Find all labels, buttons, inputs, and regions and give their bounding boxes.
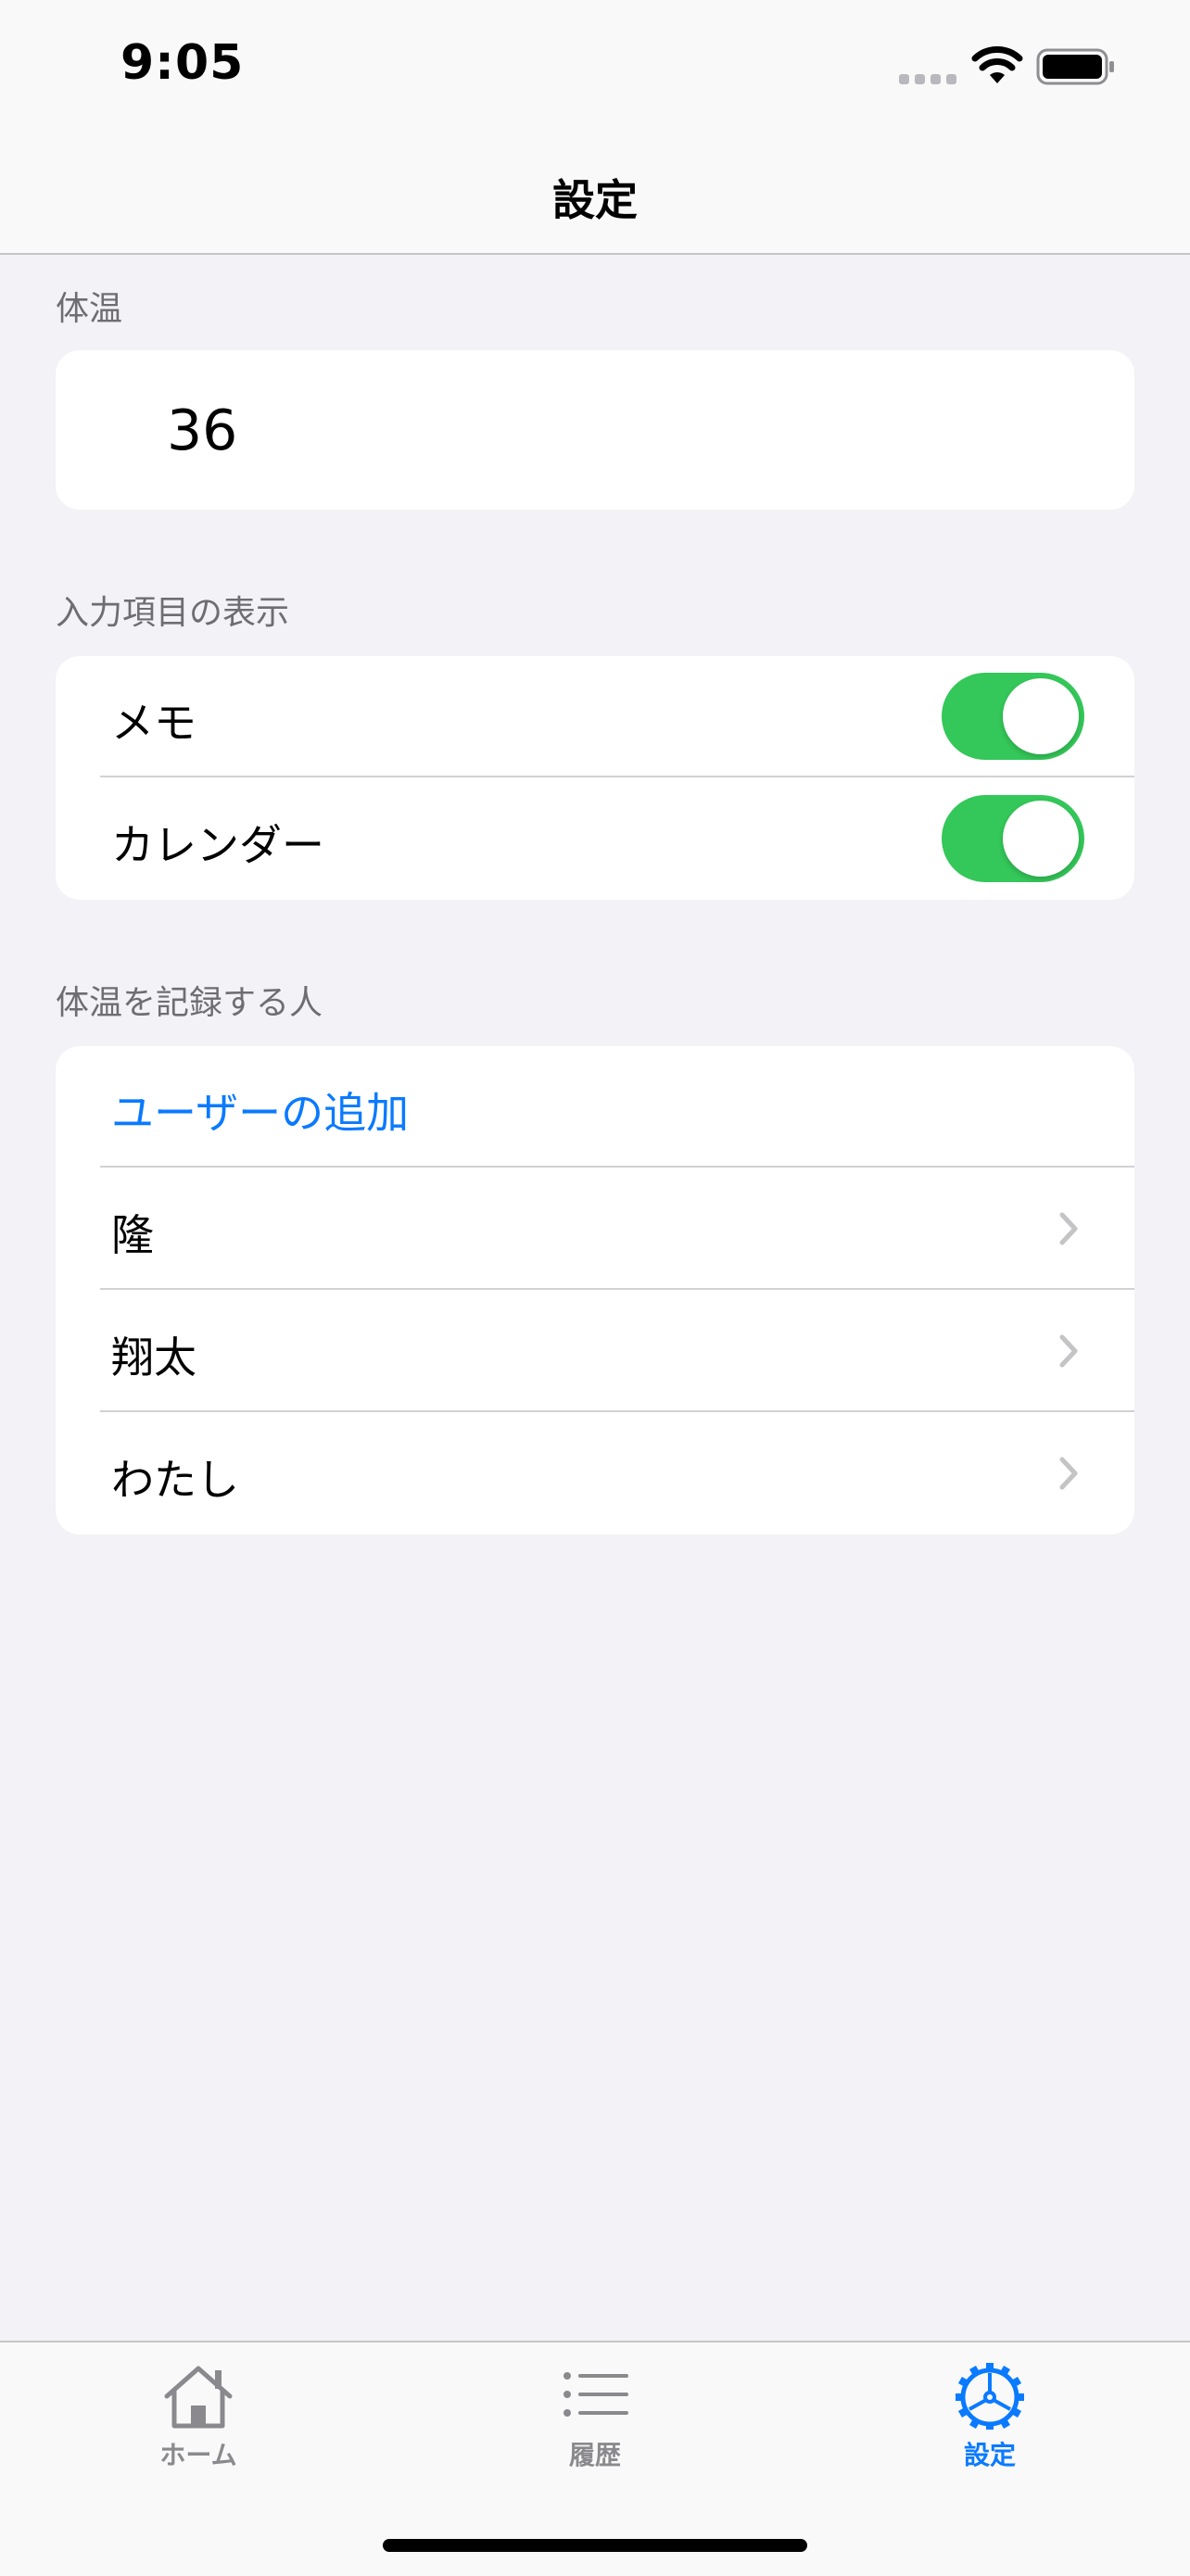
house-icon [164, 2366, 233, 2429]
divider [100, 1288, 1134, 1290]
user-row[interactable]: わたし [56, 1413, 1134, 1534]
chevron-right-icon [1059, 1334, 1078, 1368]
user-row[interactable]: 隆 [56, 1168, 1134, 1290]
tab-history[interactable]: 履歴 [502, 2363, 688, 2472]
gear-icon [956, 2363, 1024, 2430]
people-card: ユーザーの追加 隆 翔太 わたし [56, 1046, 1134, 1534]
battery-icon [1036, 48, 1114, 85]
toggle-knob [1003, 801, 1079, 877]
user-name: 翔太 [111, 1332, 196, 1383]
user-name: 隆 [111, 1210, 154, 1260]
section-header-display: 入力項目の表示 [56, 594, 290, 632]
divider [100, 1410, 1134, 1412]
tab-history-label: 履歴 [568, 2440, 621, 2470]
toggle-knob [1003, 678, 1079, 754]
cellular-signal-icon [899, 72, 956, 85]
calendar-row: カレンダー [56, 778, 1134, 900]
add-user-button[interactable]: ユーザーの追加 [56, 1046, 1134, 1168]
wifi-icon [971, 46, 1023, 83]
calendar-toggle[interactable] [942, 795, 1084, 882]
display-options-card: メモ カレンダー [56, 656, 1134, 900]
memo-label: メモ [111, 698, 196, 748]
chevron-right-icon [1059, 1212, 1078, 1245]
home-indicator [383, 2539, 807, 2552]
section-header-people: 体温を記録する人 [56, 984, 323, 1022]
chevron-right-icon [1059, 1457, 1078, 1490]
status-time: 9:05 [120, 35, 245, 91]
add-user-label: ユーザーの追加 [111, 1088, 410, 1138]
divider [100, 1166, 1134, 1168]
navigation-bar: 設定 [0, 139, 1190, 255]
status-bar: 9:05 [0, 0, 1190, 139]
temperature-input[interactable]: 36 [167, 398, 237, 463]
tab-home-label: ホーム [159, 2440, 237, 2470]
section-header-temperature: 体温 [56, 290, 123, 328]
user-name: わたし [111, 1455, 239, 1505]
tab-settings[interactable]: 設定 [897, 2363, 1082, 2472]
calendar-label: カレンダー [111, 820, 324, 870]
user-row[interactable]: 翔太 [56, 1291, 1134, 1412]
list-icon [563, 2372, 628, 2417]
tab-home[interactable]: ホーム [106, 2363, 291, 2472]
memo-row: メモ [56, 656, 1134, 777]
page-title: 設定 [552, 175, 638, 225]
divider [100, 776, 1134, 777]
tab-settings-label: 設定 [963, 2440, 1016, 2470]
memo-toggle[interactable] [942, 673, 1084, 760]
temperature-card: 36 [56, 350, 1134, 510]
